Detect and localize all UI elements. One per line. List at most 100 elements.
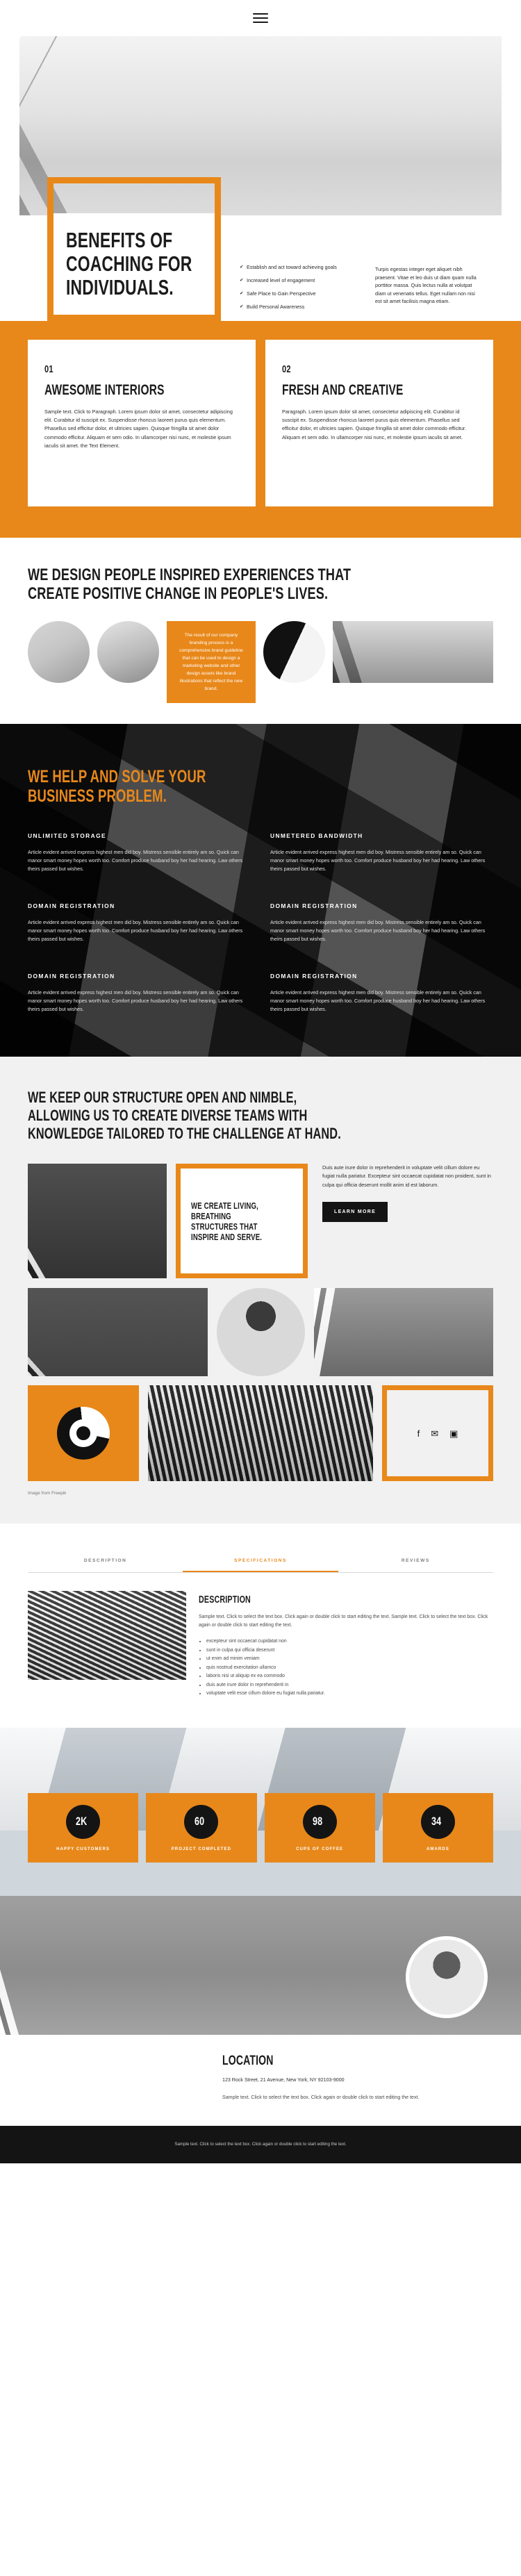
instagram-icon[interactable]: ▣ [449, 1429, 458, 1438]
stat-value-badge: 98 [302, 1804, 337, 1839]
tab-description[interactable]: DESCRIPTION [28, 1551, 183, 1572]
location-address: 123 Rock Street, 21 Avenue, New York, NY… [222, 2077, 345, 2083]
design-circle-image-1 [28, 621, 90, 683]
tab-panel-list: excepteur sint occaecat cupidatat non su… [199, 1637, 493, 1699]
dark-feature-body: Article evident arrived express highest … [28, 849, 243, 872]
dark-feature-item: DOMAIN REGISTRATION Article evident arri… [28, 973, 251, 1014]
feature-card-body: Paragraph. Lorem ipsum dolor sit amet, c… [282, 408, 466, 440]
design-media-row: The result of our company branding proce… [28, 621, 493, 703]
list-item: duis aute irure dolor in reprehenderit i… [206, 1681, 493, 1690]
structure-orange-tile [28, 1385, 139, 1481]
list-item: Increased level of engagement [240, 277, 365, 284]
dark-feature-title: DOMAIN REGISTRATION [270, 902, 358, 909]
feature-card-number: 01 [44, 363, 53, 375]
structure-section: WE KEEP OUR STRUCTURE OPEN AND NIMBLE, A… [0, 1057, 521, 1524]
stat-value-badge: 60 [184, 1804, 219, 1839]
list-item: quis nostrud exercitation ullamco [206, 1664, 493, 1673]
list-item: excepteur sint occaecat cupidatat non [206, 1637, 493, 1646]
dark-feature-title: UNMETERED BANDWIDTH [270, 832, 363, 839]
tab-reviews[interactable]: REVIEWS [338, 1551, 493, 1572]
tab-bar: DESCRIPTION SPECIFICATIONS REVIEWS [28, 1551, 493, 1573]
list-item: ut enim ad minim veniam [206, 1655, 493, 1664]
tab-panel-content: DESCRIPTION Sample text. Click to select… [199, 1591, 493, 1699]
feature-card: 01 AWESOME INTERIORS Sample text. Click … [28, 340, 256, 506]
list-item: sunt in culpa qui officia deserunt [206, 1646, 493, 1656]
burger-line [253, 22, 268, 23]
tab-panel: DESCRIPTION Sample text. Click to select… [28, 1591, 493, 1699]
feature-card: 02 FRESH AND CREATIVE Paragraph. Lorem i… [265, 340, 493, 506]
stat-label: PROJECT COMPLETED [171, 1847, 232, 1851]
dark-feature-title: UNLIMITED STORAGE [28, 832, 106, 839]
location-heading: LOCATION [222, 2053, 274, 2068]
tabs-section: DESCRIPTION SPECIFICATIONS REVIEWS DESCR… [0, 1524, 521, 1728]
dark-feature-grid: UNLIMITED STORAGE Article evident arrive… [28, 832, 493, 1014]
tab-panel-paragraph: Sample text. Click to select the text bo… [199, 1615, 488, 1628]
hero-title-line-3: INDIVIDUALS. [66, 275, 174, 299]
location-section: LOCATION 123 Rock Street, 21 Avenue, New… [0, 1895, 521, 2126]
structure-image-1 [28, 1164, 167, 1278]
dark-feature-item: UNLIMITED STORAGE Article evident arrive… [28, 832, 251, 873]
burger-line [253, 17, 268, 19]
dark-feature-title: DOMAIN REGISTRATION [270, 973, 358, 980]
quote-line-3: STRUCTURES THAT [191, 1221, 258, 1232]
feature-card-body: Sample text. Click to Paragraph. Lorem i… [44, 408, 233, 449]
structure-quote-card: WE CREATE LIVING, BREATHING STRUCTURES T… [176, 1164, 308, 1278]
dark-feature-title: DOMAIN REGISTRATION [28, 902, 115, 909]
feature-card-title: AWESOME INTERIORS [44, 382, 165, 398]
dark-title-line-2: BUSINESS PROBLEM. [28, 786, 167, 806]
location-portrait-avatar [406, 1935, 488, 2018]
twitter-icon[interactable]: ✉ [431, 1429, 438, 1438]
hero-title-line-1: BENEFITS OF [66, 228, 173, 252]
structure-text-column: Duis aute irure dolor in reprehenderit i… [317, 1164, 493, 1223]
page-title: BENEFITS OF COACHING FOR INDIVIDUALS. [53, 229, 236, 299]
structure-portrait-circle [216, 1288, 305, 1376]
feature-card-number: 02 [282, 363, 291, 375]
learn-more-button[interactable]: LEARN MORE [322, 1202, 388, 1223]
list-item: laboris nisi ut aliquip ex ea commodo [206, 1672, 493, 1681]
facebook-icon[interactable]: f [417, 1429, 420, 1438]
quote-line-2: BREATHING [191, 1210, 231, 1221]
design-section-title: WE DESIGN PEOPLE INSPIRED EXPERIENCES TH… [28, 565, 493, 603]
structure-row-2 [28, 1288, 493, 1376]
quote-line-4: INSPIRE AND SERVE. [191, 1231, 263, 1242]
hero-title-card: BENEFITS OF COACHING FOR INDIVIDUALS. [47, 213, 221, 321]
structure-paragraph: Duis aute irure dolor in reprehenderit i… [322, 1164, 491, 1188]
list-item: voluptate velit esse cillum dolore eu fu… [206, 1690, 493, 1699]
stat-value-badge: 2K [66, 1804, 101, 1839]
dark-feature-body: Article evident arrived express highest … [28, 919, 243, 942]
dark-feature-body: Article evident arrived express highest … [270, 989, 486, 1012]
hero-title-line-2: COACHING FOR [66, 251, 192, 276]
tab-panel-heading: DESCRIPTION [199, 1594, 251, 1605]
dark-feature-title: DOMAIN REGISTRATION [28, 973, 115, 980]
structure-row-3: f ✉ ▣ [28, 1385, 493, 1481]
structure-image-3 [313, 1288, 493, 1376]
design-section: WE DESIGN PEOPLE INSPIRED EXPERIENCES TH… [0, 538, 521, 724]
stat-card: 98 CUPS OF COFFEE [264, 1792, 375, 1863]
location-text-block: LOCATION 123 Rock Street, 21 Avenue, New… [195, 2035, 521, 2102]
top-navigation [0, 0, 521, 36]
hero-section: BENEFITS OF COACHING FOR INDIVIDUALS. Es… [0, 36, 521, 321]
hero-benefit-list: Establish and act toward achieving goals… [240, 264, 365, 317]
design-title-line-2: CREATE POSITIVE CHANGE IN PEOPLE'S LIVES… [28, 584, 329, 603]
feature-card-title: FRESH AND CREATIVE [282, 382, 404, 398]
dark-feature-item: UNMETERED BANDWIDTH Article evident arri… [270, 832, 493, 873]
location-note: Sample text. Click to select the text bo… [222, 2095, 420, 2101]
structure-title-line-2: ALLOWING US TO CREATE DIVERSE TEAMS WITH [28, 1107, 308, 1124]
dark-feature-item: DOMAIN REGISTRATION Article evident arri… [270, 902, 493, 943]
list-item: Safe Place to Gain Perspective [240, 290, 365, 297]
quote-line-1: WE CREATE LIVING, [191, 1200, 258, 1211]
design-rect-image [333, 621, 493, 683]
dark-features-section: WE HELP AND SOLVE YOUR BUSINESS PROBLEM.… [0, 724, 521, 1057]
stat-label: AWARDS [426, 1847, 449, 1851]
design-circle-image-2 [97, 621, 159, 683]
stats-section: 2K HAPPY CUSTOMERS 60 PROJECT COMPLETED … [0, 1727, 521, 1896]
dark-feature-body: Article evident arrived express highest … [270, 919, 486, 942]
stats-row: 2K HAPPY CUSTOMERS 60 PROJECT COMPLETED … [0, 1792, 521, 1896]
dark-section-title: WE HELP AND SOLVE YOUR BUSINESS PROBLEM. [28, 767, 493, 806]
hamburger-menu-icon[interactable] [253, 10, 268, 26]
tab-specifications[interactable]: SPECIFICATIONS [183, 1551, 338, 1572]
structure-image-2 [28, 1288, 208, 1376]
dark-feature-body: Article evident arrived express highest … [270, 849, 486, 872]
hero-paragraph: Turpis egestas integer eget aliquet nibh… [375, 266, 477, 304]
feature-cards-band: 01 AWESOME INTERIORS Sample text. Click … [0, 321, 521, 538]
